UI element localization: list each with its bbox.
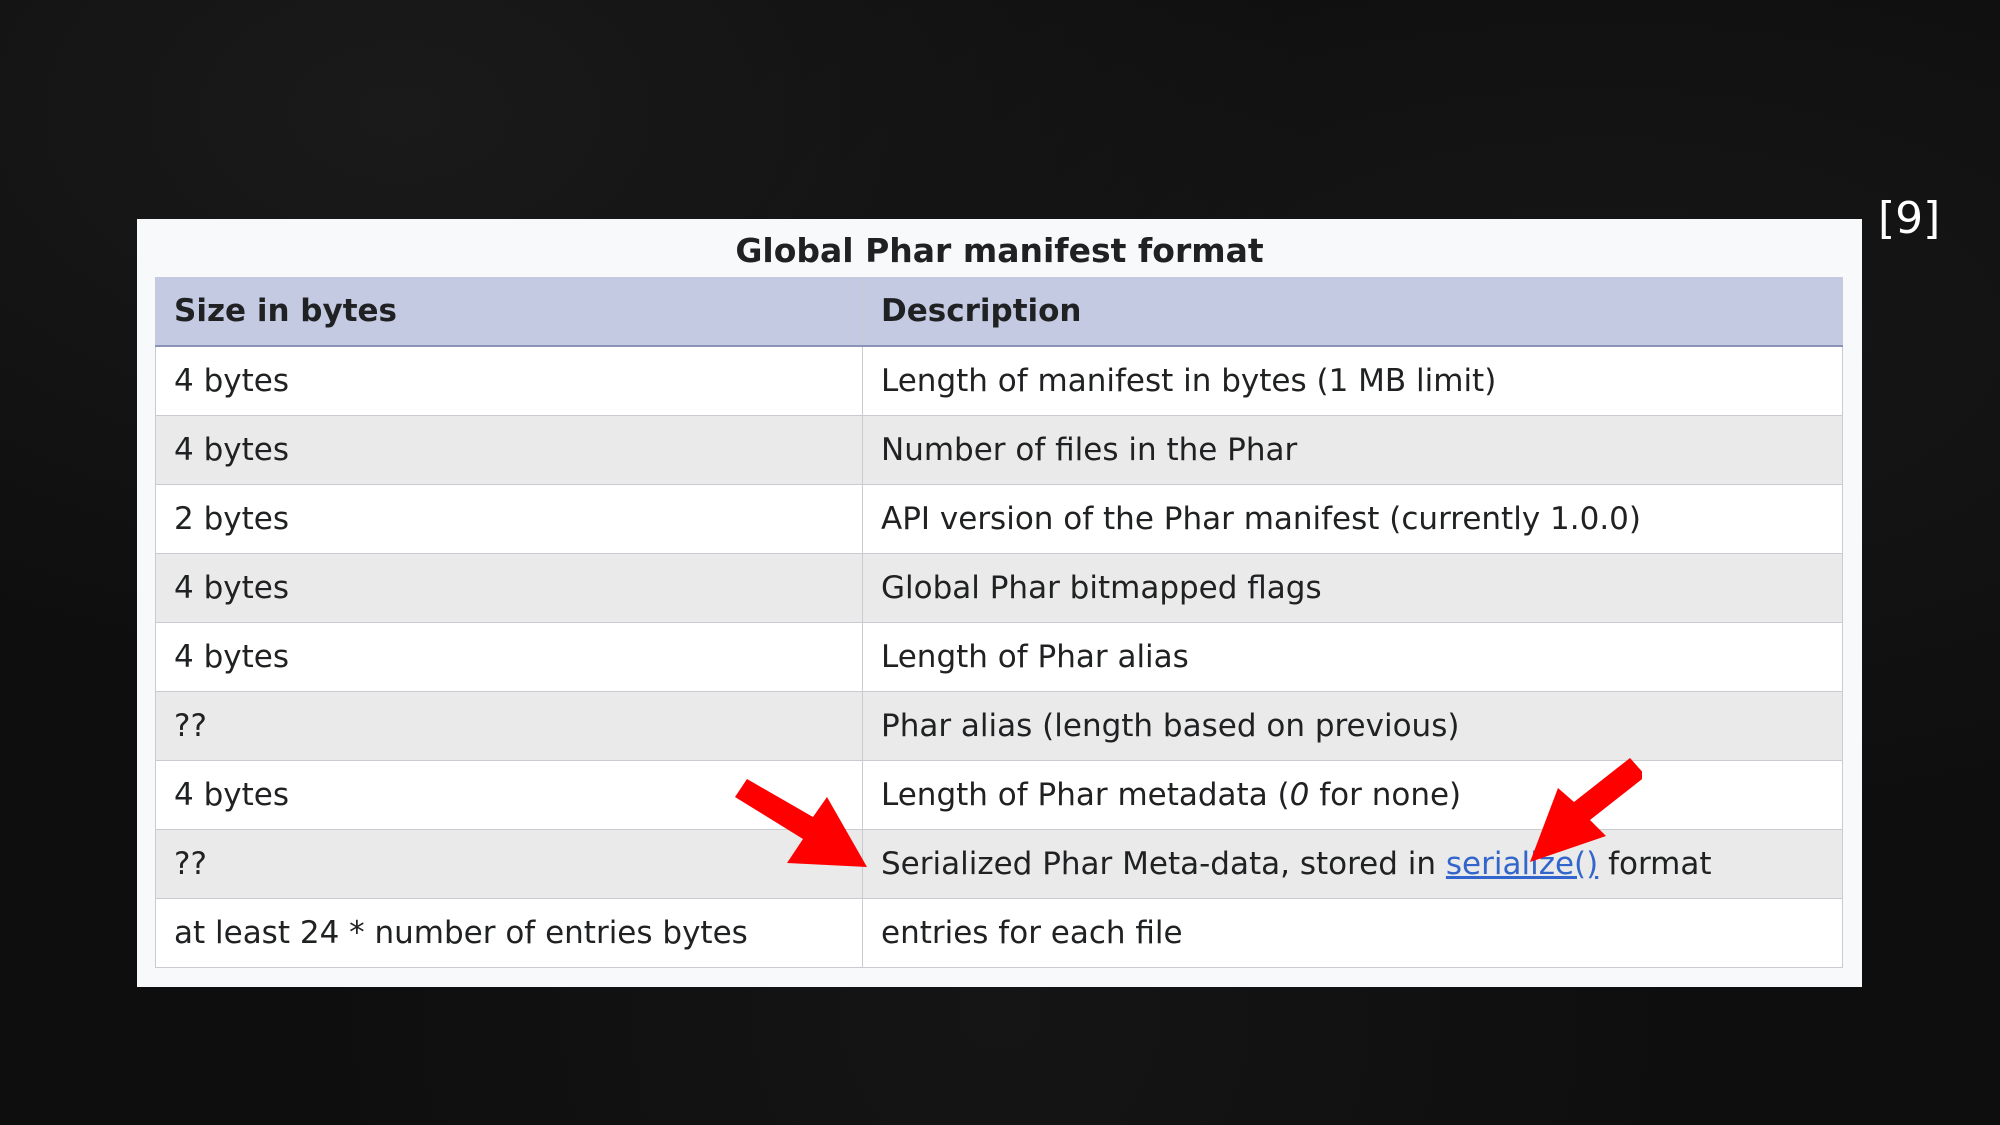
table-row: 2 bytes API version of the Phar manifest… bbox=[155, 484, 1843, 554]
header-description: Description bbox=[862, 277, 1843, 347]
table-header-row: Size in bytes Description bbox=[155, 277, 1843, 347]
cell-description: entries for each file bbox=[862, 898, 1843, 968]
cell-description: Phar alias (length based on previous) bbox=[862, 691, 1843, 761]
table-row: at least 24 * number of entries bytes en… bbox=[155, 898, 1843, 968]
table-row: ?? Phar alias (length based on previous) bbox=[155, 691, 1843, 761]
table-row: 4 bytes Length of Phar alias bbox=[155, 622, 1843, 692]
cell-description: Length of Phar alias bbox=[862, 622, 1843, 692]
header-size: Size in bytes bbox=[155, 277, 863, 347]
description-text: Length of Phar metadata ( bbox=[881, 777, 1290, 813]
cell-size: 2 bytes bbox=[155, 484, 863, 554]
cell-size: at least 24 * number of entries bytes bbox=[155, 898, 863, 968]
cell-description: Number of files in the Phar bbox=[862, 415, 1843, 485]
cell-description: Length of manifest in bytes (1 MB limit) bbox=[862, 345, 1843, 416]
footnote-reference: [9] bbox=[1878, 193, 1941, 244]
table-row: 4 bytes Global Phar bitmapped flags bbox=[155, 553, 1843, 623]
red-annotation-arrow-left-icon bbox=[735, 779, 867, 867]
cell-size: 4 bytes bbox=[155, 553, 863, 623]
description-text: for none) bbox=[1309, 777, 1462, 813]
cell-description: Length of Phar metadata (0 for none) bbox=[862, 760, 1843, 830]
cell-description: Global Phar bitmapped flags bbox=[862, 553, 1843, 623]
cell-size: ?? bbox=[155, 691, 863, 761]
slide: [9] Global Phar manifest format Size in … bbox=[0, 0, 2000, 1125]
cell-size: 4 bytes bbox=[155, 415, 863, 485]
red-annotation-arrow-right-icon bbox=[1530, 758, 1642, 862]
cell-size: 4 bytes bbox=[155, 622, 863, 692]
table-caption: Global Phar manifest format bbox=[735, 231, 1264, 270]
table-row: 4 bytes Length of manifest in bytes (1 M… bbox=[155, 345, 1843, 416]
description-italic-value: 0 bbox=[1289, 777, 1310, 813]
cell-description: Serialized Phar Meta-data, stored in ser… bbox=[862, 829, 1843, 899]
cell-description: API version of the Phar manifest (curren… bbox=[862, 484, 1843, 554]
cell-size: 4 bytes bbox=[155, 345, 863, 416]
table-row: 4 bytes Number of files in the Phar bbox=[155, 415, 1843, 485]
description-text: Serialized Phar Meta-data, stored in bbox=[881, 846, 1446, 882]
